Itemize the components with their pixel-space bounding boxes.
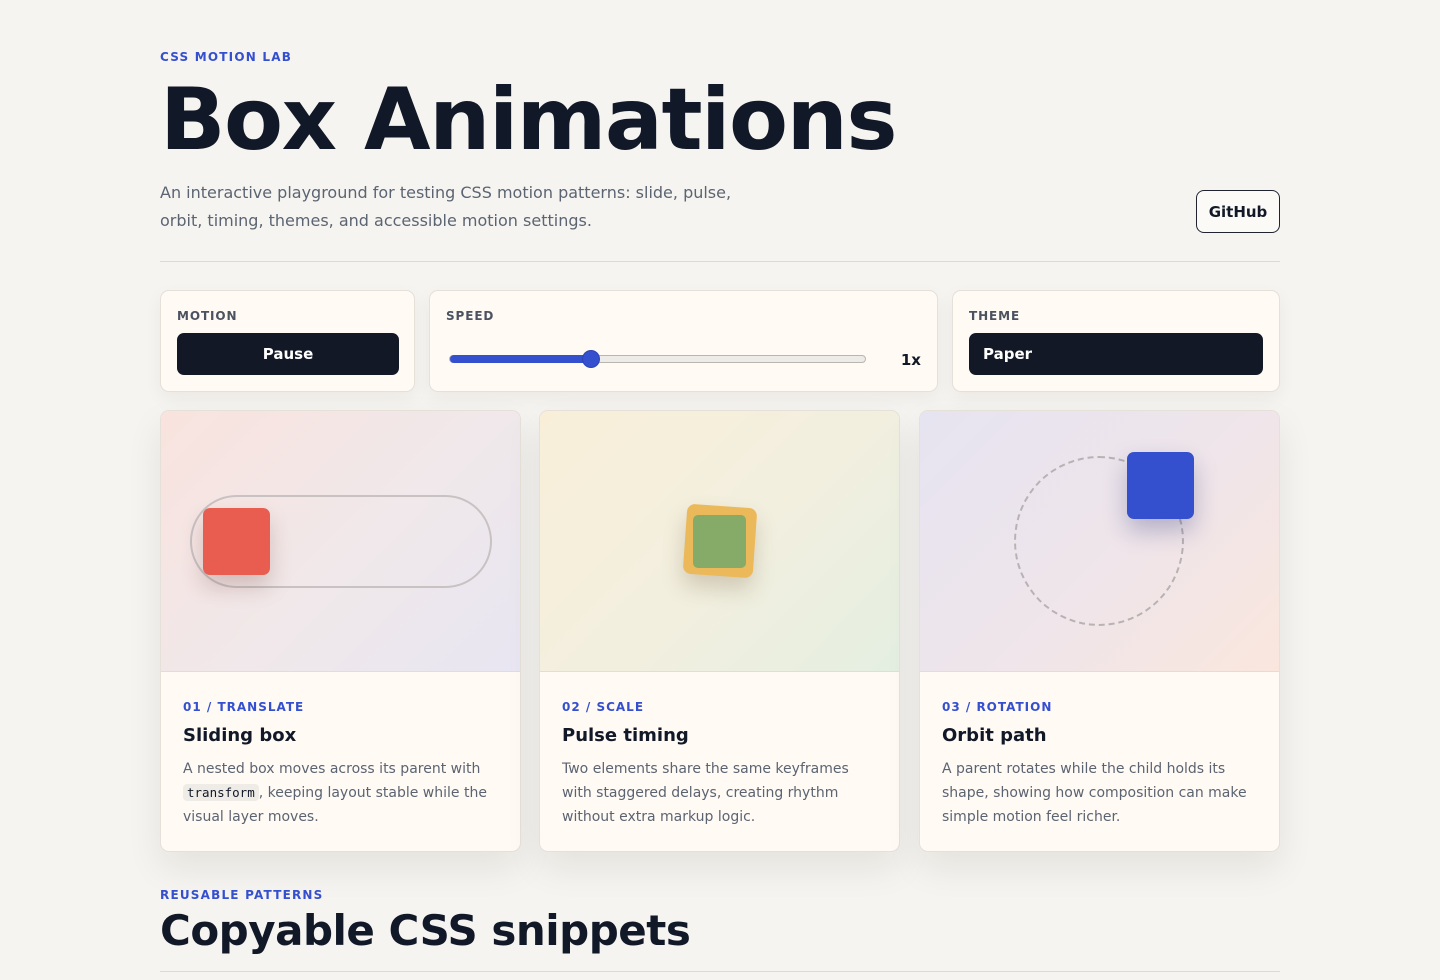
card-title: Pulse timing <box>562 725 689 746</box>
desc-text: A nested box moves across its parent wit… <box>183 761 481 777</box>
rotation-stage <box>920 411 1279 672</box>
speed-slider-thumb[interactable] <box>583 351 600 367</box>
card-kicker: 01 / TRANSLATE <box>183 700 305 714</box>
theme-panel: THEME Paper <box>952 290 1280 392</box>
card-description: A parent rotates while the child holds i… <box>942 761 1247 825</box>
speed-value: 1x <box>900 351 921 369</box>
motion-label: MOTION <box>177 309 238 323</box>
speed-panel: SPEED 1x <box>429 290 938 392</box>
speed-slider-fill <box>450 355 592 363</box>
speed-slider[interactable] <box>449 351 866 367</box>
card-description: Two elements share the same keyframes wi… <box>562 761 849 825</box>
card-kicker: 03 / ROTATION <box>942 700 1053 714</box>
pause-button[interactable]: Pause <box>177 333 399 375</box>
page-title: Box Animations <box>160 70 898 170</box>
motion-panel: MOTION Pause <box>160 290 415 392</box>
code-snippet: transform <box>183 784 259 801</box>
section-title: Copyable CSS snippets <box>160 906 691 955</box>
speed-label: SPEED <box>446 309 495 323</box>
card-translate: 01 / TRANSLATE Sliding box A nested box … <box>160 410 521 852</box>
page-subtitle: An interactive playground for testing CS… <box>160 183 732 230</box>
card-title: Orbit path <box>942 725 1047 746</box>
card-scale: 02 / SCALE Pulse timing Two elements sha… <box>539 410 900 852</box>
sliding-box <box>203 508 270 575</box>
eyebrow: CSS MOTION LAB <box>160 50 293 64</box>
card-rotation: 03 / ROTATION Orbit path A parent rotate… <box>919 410 1280 852</box>
header-divider <box>160 261 1280 262</box>
pulse-inner-box <box>693 515 746 568</box>
card-kicker: 02 / SCALE <box>562 700 645 714</box>
translate-stage <box>161 411 520 672</box>
card-description: A nested box moves across its parent wit… <box>183 757 501 829</box>
section-divider <box>160 971 1280 972</box>
card-title: Sliding box <box>183 725 297 746</box>
theme-label: THEME <box>969 309 1021 323</box>
theme-select[interactable]: Paper <box>969 333 1263 375</box>
github-button[interactable]: GitHub <box>1196 190 1280 233</box>
orbit-box <box>1127 452 1194 519</box>
section-eyebrow: REUSABLE PATTERNS <box>160 888 324 902</box>
scale-stage <box>540 411 899 672</box>
